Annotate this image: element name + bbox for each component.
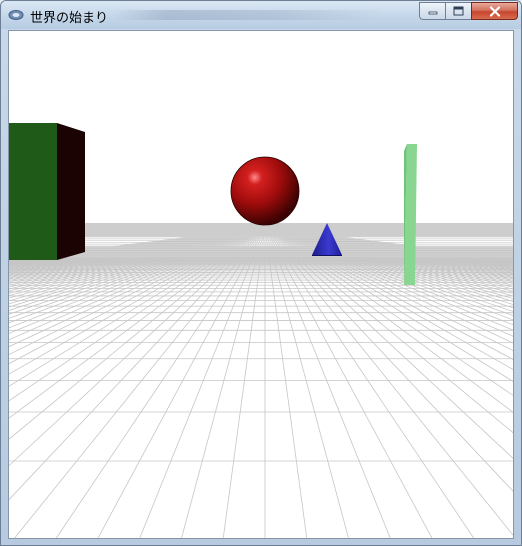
- minimize-button[interactable]: [419, 2, 446, 20]
- title-bar-glass-reflection: [113, 10, 383, 20]
- close-button[interactable]: [471, 2, 518, 20]
- caption-buttons: [419, 2, 518, 20]
- red-sphere: [230, 156, 300, 226]
- window-title: 世界の始まり: [30, 11, 109, 26]
- scene-canvas: [9, 31, 513, 538]
- render-viewport[interactable]: [8, 30, 514, 539]
- green-cube: [9, 123, 85, 260]
- green-pillar: [404, 144, 417, 285]
- title-bar[interactable]: 世界の始まり: [1, 1, 521, 29]
- maximize-icon: [453, 6, 464, 16]
- app-icon[interactable]: [8, 9, 24, 21]
- minimize-icon: [428, 11, 437, 15]
- maximize-button[interactable]: [445, 2, 472, 20]
- close-icon: [489, 5, 500, 17]
- app-window: 世界の始まり: [0, 0, 522, 546]
